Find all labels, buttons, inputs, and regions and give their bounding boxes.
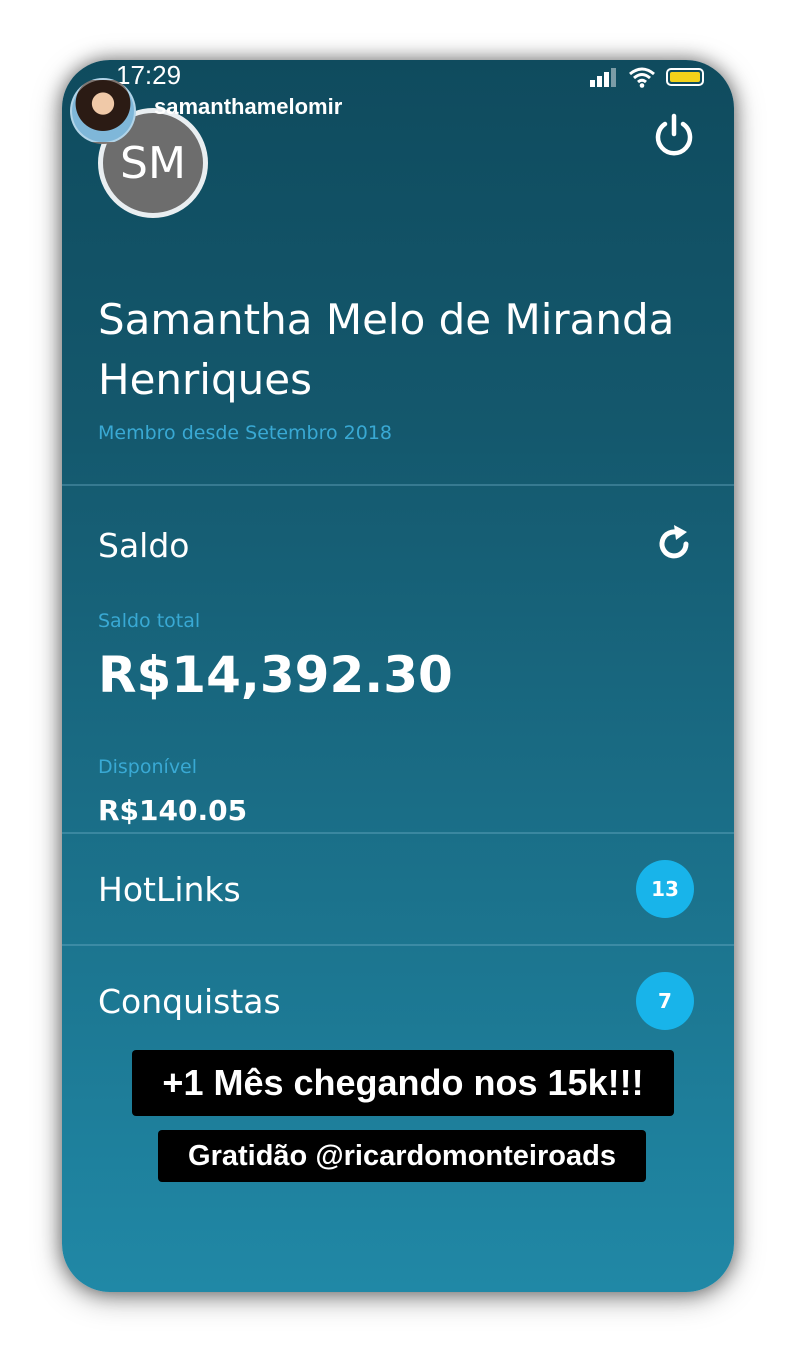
menu-item-hotlinks[interactable]: HotLinks bbox=[98, 870, 241, 909]
story-caption-1: +1 Mês chegando nos 15k!!! bbox=[132, 1050, 674, 1116]
divider bbox=[62, 484, 734, 486]
available-value: R$140.05 bbox=[98, 794, 248, 827]
menu-item-conquistas[interactable]: Conquistas bbox=[98, 982, 281, 1021]
balance-title: Saldo bbox=[98, 526, 190, 565]
hotlinks-count-badge: 13 bbox=[636, 860, 694, 918]
battery-icon bbox=[666, 68, 704, 86]
wifi-icon bbox=[629, 67, 655, 88]
conquistas-count-badge: 7 bbox=[636, 972, 694, 1030]
avatar-initials: SM bbox=[120, 137, 186, 189]
divider bbox=[62, 944, 734, 946]
story-avatar[interactable] bbox=[70, 78, 136, 144]
refresh-icon[interactable] bbox=[652, 522, 696, 566]
divider bbox=[62, 832, 734, 834]
story-username[interactable]: samanthamelomir bbox=[154, 94, 342, 120]
total-balance-value: R$14,392.30 bbox=[98, 646, 453, 704]
power-icon[interactable] bbox=[650, 112, 698, 160]
available-label: Disponível bbox=[98, 756, 198, 778]
member-since: Membro desde Setembro 2018 bbox=[98, 422, 393, 444]
status-icons bbox=[590, 66, 704, 88]
total-balance-label: Saldo total bbox=[98, 610, 201, 632]
story-caption-2: Gratidão @ricardomonteiroads bbox=[158, 1130, 646, 1182]
user-name: Samantha Melo de Miranda Henriques bbox=[98, 295, 675, 404]
phone-screen: 17:29 SM samanthamelomir Samantha Melo d… bbox=[62, 60, 734, 1292]
signal-icon bbox=[590, 68, 616, 87]
